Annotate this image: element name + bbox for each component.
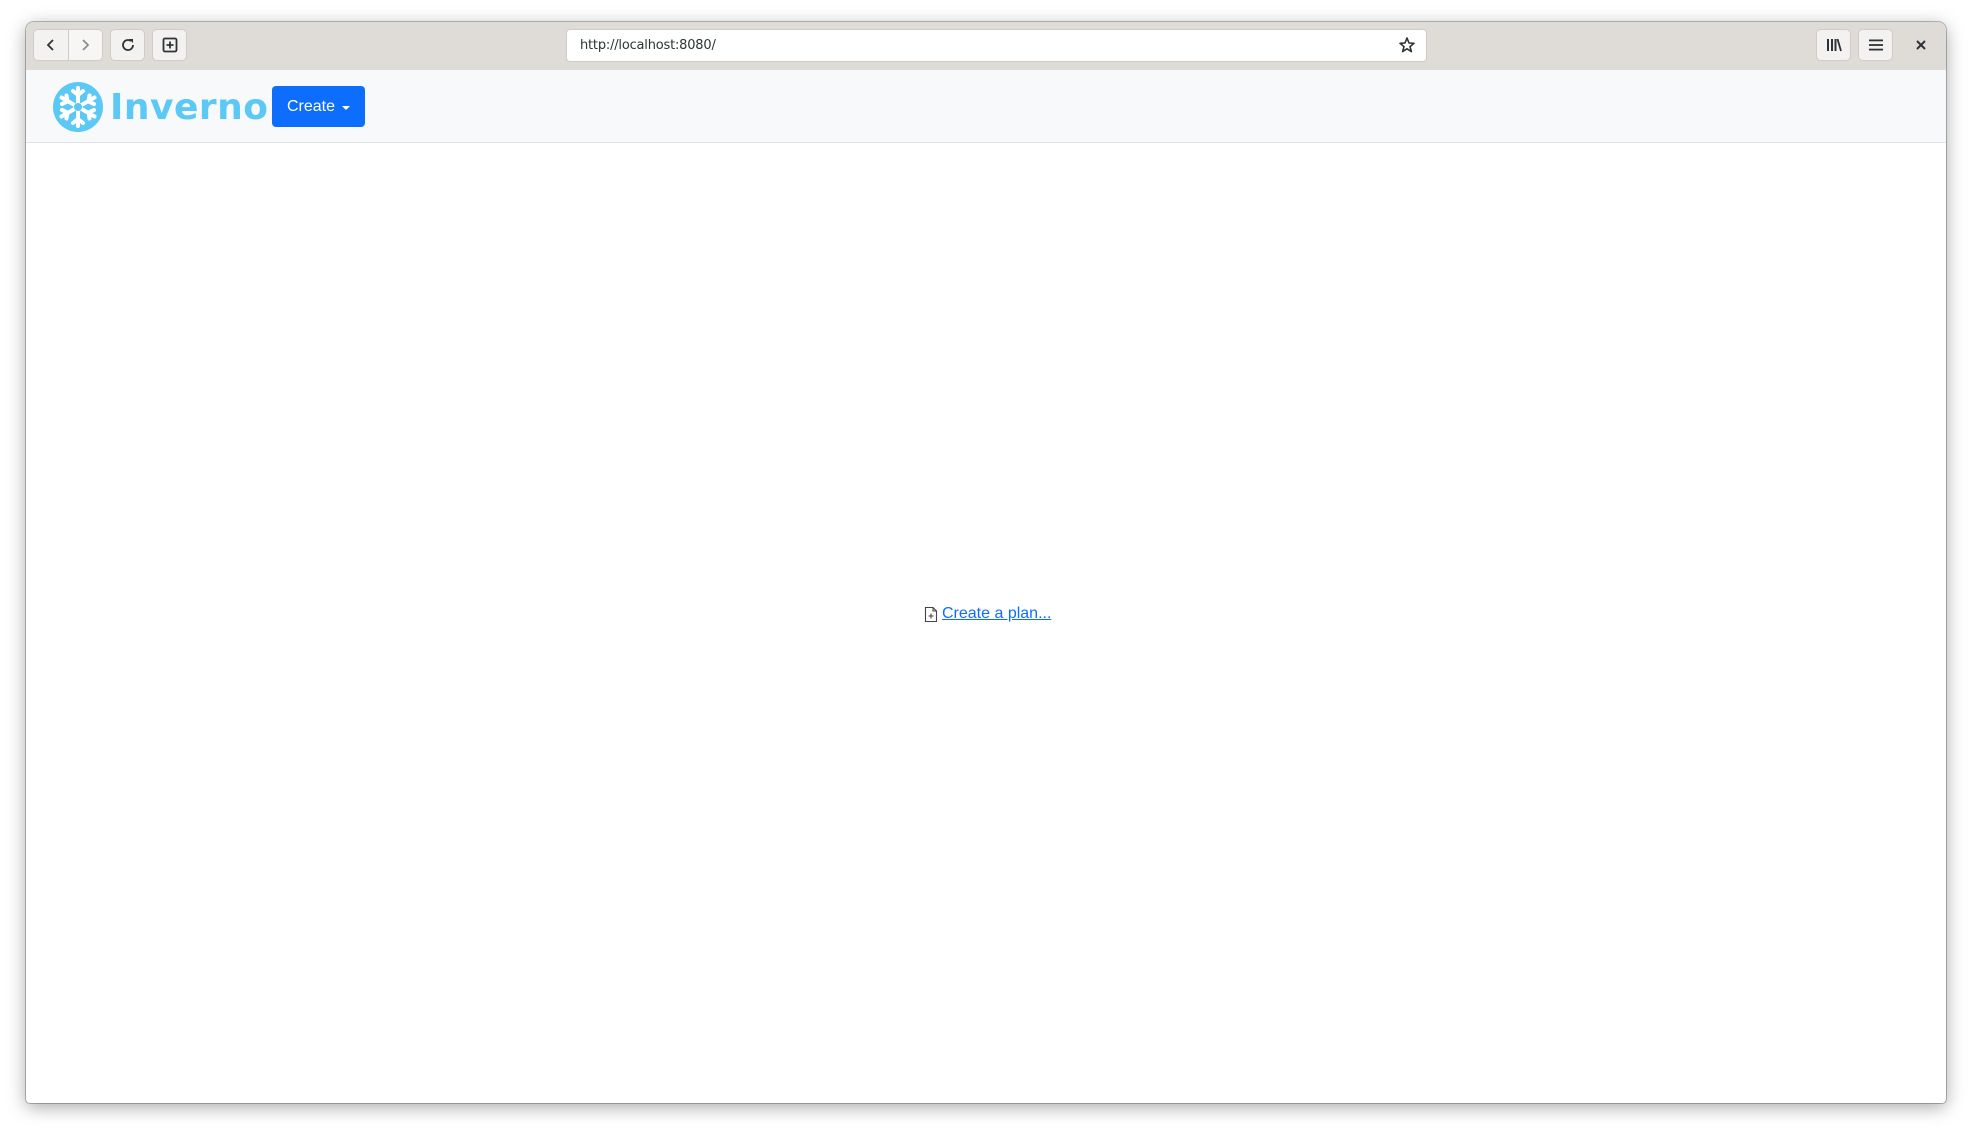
library-icon bbox=[1826, 38, 1842, 52]
create-plan-link[interactable]: Create a plan... bbox=[942, 605, 1051, 623]
close-window-button[interactable] bbox=[1910, 34, 1932, 56]
create-dropdown-button[interactable]: Create bbox=[272, 86, 365, 127]
back-icon bbox=[46, 39, 54, 51]
forward-icon bbox=[82, 39, 90, 51]
new-tab-button[interactable] bbox=[152, 29, 187, 61]
reload-button[interactable] bbox=[110, 29, 145, 61]
url-text[interactable]: http://localhost:8080/ bbox=[580, 38, 716, 53]
snowflake-logo-icon bbox=[53, 82, 103, 132]
star-icon bbox=[1399, 37, 1415, 53]
brand-logo-link[interactable]: Inverno bbox=[52, 81, 269, 133]
hamburger-icon bbox=[1868, 39, 1883, 51]
close-icon bbox=[1916, 40, 1926, 50]
bookmark-button[interactable] bbox=[1398, 36, 1416, 58]
create-button-label: Create bbox=[286, 97, 336, 115]
menu-button[interactable] bbox=[1858, 29, 1893, 61]
reload-icon bbox=[121, 39, 134, 51]
browser-toolbar: http://localhost:8080/ bbox=[26, 22, 1946, 71]
url-bar[interactable]: http://localhost:8080/ bbox=[566, 29, 1427, 62]
forward-button[interactable] bbox=[67, 30, 102, 60]
nav-button-group bbox=[33, 29, 103, 61]
new-tab-icon bbox=[162, 37, 177, 53]
caret-down-icon bbox=[342, 105, 351, 110]
file-plus-icon bbox=[924, 606, 938, 622]
back-button[interactable] bbox=[34, 30, 68, 60]
browser-window: http://localhost:8080/ Inverno Create Cr… bbox=[26, 22, 1946, 1103]
library-button[interactable] bbox=[1816, 29, 1851, 61]
create-plan-link-container: Create a plan... bbox=[924, 605, 1051, 623]
brand-name: Inverno bbox=[110, 86, 269, 128]
app-navbar: Inverno Create bbox=[26, 70, 1946, 143]
